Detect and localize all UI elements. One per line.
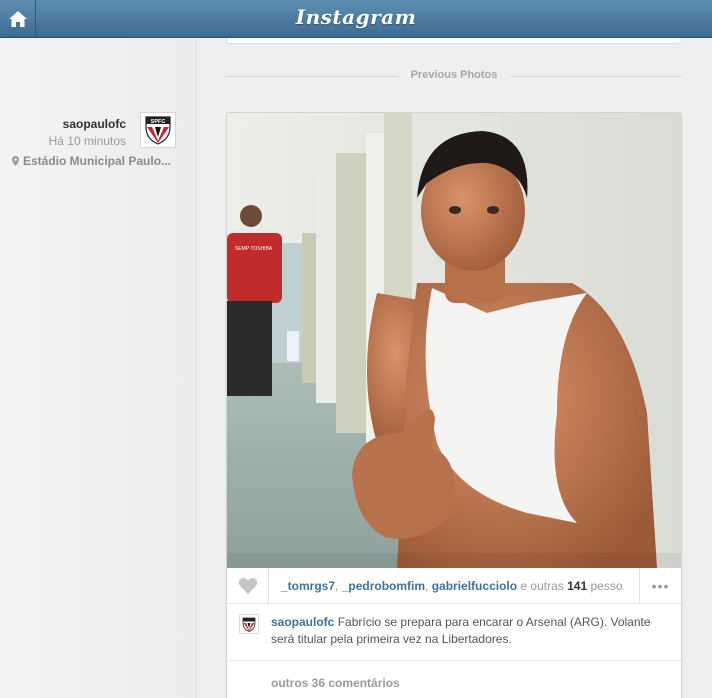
locker-room-photo: SEMP TOSHIBA — [227, 113, 681, 568]
likes-summary: _tomrgs7, _pedrobomfim, gabrielfucciolo … — [269, 579, 624, 593]
like-button[interactable] — [227, 567, 269, 604]
more-comments-link[interactable]: outros 36 comentários — [227, 660, 681, 698]
liker-link[interactable]: gabrielfucciolo — [432, 579, 517, 593]
likes-row: _tomrgs7, _pedrobomfim, gabrielfucciolo … — [227, 567, 681, 604]
svg-text:SPFC: SPFC — [151, 119, 166, 125]
likes-separator: , — [335, 578, 342, 593]
location-label: Estádio Municipal Paulo... — [23, 154, 172, 168]
location-pin-icon — [12, 156, 19, 166]
post-photo[interactable]: SEMP TOSHIBA — [227, 113, 681, 568]
caption-username[interactable]: saopaulofc — [271, 615, 334, 629]
likes-tail: pesso... — [590, 578, 624, 593]
feed-column: Previous Photos SEMP TOSHIBA _tomrgs7, _… — [198, 38, 712, 698]
brand-logo[interactable]: Instagram — [0, 5, 712, 29]
likes-separator: , — [425, 578, 432, 593]
more-options-button[interactable]: ••• — [639, 568, 681, 604]
user-block: saopaulofc Há 10 minutos — [49, 117, 126, 148]
previous-photos-link[interactable]: Previous Photos — [402, 69, 506, 81]
top-bar: Instagram — [0, 0, 712, 38]
post-username[interactable]: saopaulofc — [49, 117, 126, 131]
previous-photos-divider: Previous Photos — [226, 69, 682, 83]
photo-card: SEMP TOSHIBA _tomrgs7, _pedrobomfim, gab… — [226, 112, 682, 698]
post-time[interactable]: Há 10 minutos — [49, 134, 126, 148]
post-location[interactable]: Estádio Municipal Paulo... — [12, 154, 187, 168]
heart-icon — [238, 577, 257, 594]
previous-card-edge — [226, 38, 682, 44]
caption-avatar[interactable] — [239, 614, 259, 634]
post-meta-column: saopaulofc Há 10 minutos SPFC Estádio Mu… — [0, 39, 197, 698]
spfc-crest-icon: SPFC — [145, 116, 171, 145]
likes-others-text: e outras — [517, 578, 568, 593]
liker-link[interactable]: _pedrobomfim — [342, 579, 425, 593]
spfc-crest-icon — [242, 617, 256, 632]
likes-count[interactable]: 141 — [567, 579, 587, 593]
caption: saopaulofc Fabrício se prepara para enca… — [227, 605, 681, 648]
liker-link[interactable]: _tomrgs7 — [281, 579, 335, 593]
avatar[interactable]: SPFC — [140, 112, 176, 148]
previous-photos-link-wrap: Previous Photos — [226, 69, 682, 81]
svg-text:SEMP TOSHIBA: SEMP TOSHIBA — [235, 246, 273, 252]
